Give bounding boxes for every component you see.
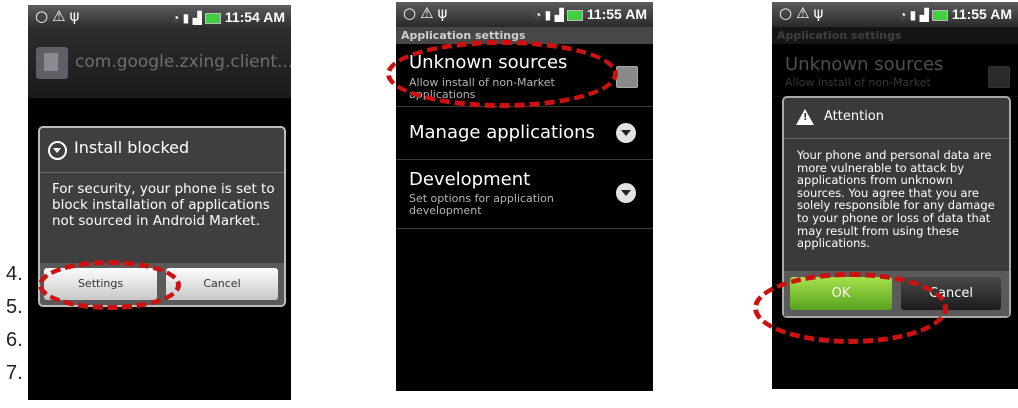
dialog-header: Install blocked [40, 128, 284, 173]
section-header: Application settings [396, 27, 653, 44]
chevron-circle-icon [48, 141, 67, 160]
row-subtitle: Allow install of non-Market [785, 76, 931, 89]
wifi-signal-icon: ◔ ▮ ▟ [172, 11, 202, 25]
package-name: com.google.zxing.client... [75, 52, 291, 72]
step-number: 4. [6, 263, 23, 285]
phone-screen-install-blocked: ○⚠ψ ◔ ▮ ▟ 11:54 AM com.google.zxing.clien… [28, 5, 291, 400]
status-time: 11:55 AM [951, 6, 1012, 22]
row-title: Unknown sources [785, 54, 944, 75]
dialog-header: Attention [784, 98, 1009, 139]
ok-button[interactable]: OK [790, 277, 892, 310]
status-bar: ○⚠ψ ◔ ▮ ▟ 11:55 AM [772, 2, 1018, 27]
dialog-message: Your phone and personal data are more vu… [797, 148, 995, 251]
row-title: Development [409, 169, 531, 190]
row-subtitle: Set options for application development [409, 192, 554, 217]
dialog-title: Install blocked [74, 138, 190, 157]
checkbox-icon[interactable] [616, 66, 638, 88]
settings-row-unknown-sources[interactable]: Unknown sources Allow install of non-Mar… [396, 44, 653, 107]
checkbox-icon [988, 66, 1010, 88]
install-blocked-dialog: Install blocked For security, your phone… [38, 126, 286, 307]
settings-row-manage-applications[interactable]: Manage applications [396, 107, 653, 160]
chevron-down-icon [616, 123, 636, 143]
status-time: 11:54 AM [224, 9, 285, 25]
dialog-button-bar: OK Cancel [784, 271, 1009, 316]
status-left-icons: ○⚠ψ [35, 7, 84, 25]
settings-row-unknown-sources: Unknown sources Allow install of non-Mar… [772, 44, 1018, 97]
row-subtitle: Allow install of non-Market applications [409, 76, 555, 101]
battery-icon [566, 9, 583, 21]
status-left-icons: ○⚠ψ [403, 4, 452, 22]
battery-icon [204, 12, 221, 24]
battery-icon [931, 9, 948, 21]
phone-screen-application-settings: ○⚠ψ ◔ ▮ ▟ 11:55 AM Application settings U… [396, 2, 653, 391]
status-time: 11:55 AM [586, 6, 647, 22]
status-right: ◔ ▮ ▟ 11:55 AM [899, 6, 1012, 22]
warning-icon [796, 109, 814, 125]
package-icon [36, 47, 68, 79]
step-number: 6. [6, 329, 23, 351]
step-number: 7. [6, 362, 23, 384]
settings-row-development[interactable]: Development Set options for application … [396, 160, 653, 229]
chevron-down-icon [616, 183, 636, 203]
app-title-bar: com.google.zxing.client... [28, 30, 291, 98]
status-bar: ○⚠ψ ◔ ▮ ▟ 11:55 AM [396, 2, 653, 27]
row-title: Unknown sources [409, 52, 568, 73]
section-header: Application settings [772, 27, 1018, 44]
wifi-signal-icon: ◔ ▮ ▟ [899, 8, 929, 22]
attention-dialog: Attention Your phone and personal data a… [782, 96, 1011, 318]
cancel-button[interactable]: Cancel [901, 277, 1001, 310]
cancel-button[interactable]: Cancel [166, 268, 278, 300]
settings-button[interactable]: Settings [44, 268, 157, 300]
wifi-signal-icon: ◔ ▮ ▟ [534, 8, 564, 22]
dialog-message: For security, your phone is set to block… [52, 181, 275, 229]
phone-screen-attention: ○⚠ψ ◔ ▮ ▟ 11:55 AM Application settings U… [772, 2, 1018, 389]
status-left-icons: ○⚠ψ [779, 4, 828, 22]
dialog-title: Attention [824, 109, 884, 124]
status-bar: ○⚠ψ ◔ ▮ ▟ 11:54 AM [28, 5, 291, 30]
status-right: ◔ ▮ ▟ 11:54 AM [172, 9, 285, 25]
status-right: ◔ ▮ ▟ 11:55 AM [534, 6, 647, 22]
step-numbers: 4. 5. 6. 7. [6, 258, 23, 390]
row-title: Manage applications [409, 122, 595, 143]
step-number: 5. [6, 296, 23, 318]
dialog-button-bar: Settings Cancel [40, 263, 284, 305]
